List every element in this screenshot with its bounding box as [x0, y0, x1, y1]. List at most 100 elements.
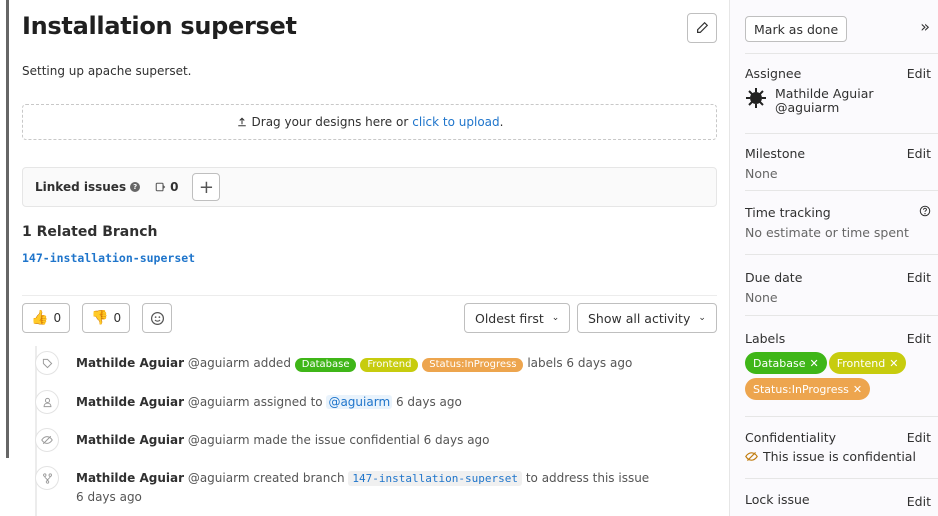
- lock-issue-section: Lock issue Edit: [745, 492, 931, 509]
- issue-title: Installation superset: [22, 12, 297, 40]
- thumbs-down-icon: 👎: [91, 310, 109, 326]
- close-icon[interactable]: ✕: [889, 357, 898, 370]
- reaction-bar: 👍 0 👎 0 Oldest first ⌄ Show all activity…: [22, 303, 717, 333]
- thumbs-up-icon: 👍: [31, 310, 49, 326]
- divider: [745, 478, 938, 479]
- label-icon: [35, 351, 59, 375]
- chevron-down-icon: ⌄: [551, 313, 560, 323]
- label-text: Frontend: [836, 356, 886, 370]
- due-date-section: Due date Edit None: [745, 270, 931, 305]
- edit-title-button[interactable]: [687, 13, 717, 43]
- upload-icon: [237, 117, 246, 127]
- confidentiality-status: This issue is confidential: [745, 449, 931, 464]
- issue-sidebar: Mark as done » Assignee Edit Mathilde Ag…: [729, 0, 938, 516]
- time-tracking-title: Time tracking: [745, 205, 831, 220]
- activity-author[interactable]: Mathilde Aguiar: [76, 356, 184, 370]
- activity-text: Mathilde Aguiar @aguiarm made the issue …: [76, 431, 490, 450]
- labels-list: Database ✕ Frontend ✕ Status:InProgress ✕: [745, 352, 938, 404]
- upload-link[interactable]: click to upload: [412, 115, 499, 129]
- confidentiality-edit-link[interactable]: Edit: [907, 430, 931, 445]
- divider: [745, 315, 938, 316]
- eye-slash-icon: [35, 428, 59, 452]
- mark-as-done-button[interactable]: Mark as done: [745, 16, 848, 42]
- close-icon[interactable]: ✕: [853, 383, 862, 396]
- eye-slash-icon: [745, 452, 758, 461]
- due-date-title: Due date: [745, 270, 803, 285]
- linked-issues-label: Linked issues: [35, 180, 127, 194]
- label-frontend[interactable]: Frontend: [360, 358, 419, 372]
- divider: [745, 53, 938, 54]
- user-icon: [35, 390, 59, 414]
- milestone-title: Milestone: [745, 146, 806, 161]
- activity-filter-dropdown[interactable]: Show all activity ⌄: [577, 303, 717, 333]
- smiley-icon: [150, 311, 164, 325]
- branch-chip[interactable]: 147-installation-superset: [348, 471, 522, 486]
- label-database[interactable]: Database ✕: [745, 352, 827, 374]
- milestone-section: Milestone Edit None: [745, 146, 931, 181]
- divider: [22, 295, 717, 296]
- related-branch-link[interactable]: 147-installation-superset: [22, 251, 195, 265]
- milestone-edit-link[interactable]: Edit: [907, 146, 931, 161]
- assignee-name: Mathilde Aguiar: [775, 86, 874, 101]
- plus-icon: +: [198, 176, 214, 198]
- user-mention[interactable]: @aguiarm: [326, 395, 393, 409]
- related-branch-title: 1 Related Branch: [22, 224, 158, 240]
- add-reaction-button[interactable]: [142, 303, 172, 333]
- activity-handle: @aguiarm: [187, 471, 250, 485]
- due-date-edit-link[interactable]: Edit: [907, 270, 931, 285]
- due-date-value: None: [745, 290, 778, 305]
- activity-handle: @aguiarm: [187, 395, 250, 409]
- thumbs-down-button[interactable]: 👎 0: [82, 303, 131, 333]
- label-text: Status:InProgress: [753, 382, 849, 396]
- label-database[interactable]: Database: [294, 358, 357, 372]
- confidentiality-section: Confidentiality Edit This issue is confi…: [745, 430, 931, 464]
- timeline-line: [35, 346, 37, 516]
- labels-edit-link[interactable]: Edit: [907, 331, 931, 346]
- confidentiality-value: This issue is confidential: [763, 449, 916, 464]
- label-text: Database: [753, 356, 806, 370]
- avatar: [746, 88, 766, 108]
- activity-time: 6 days ago: [395, 395, 462, 409]
- linked-count-value: 0: [170, 180, 179, 194]
- labels-title: Labels: [745, 331, 786, 346]
- design-dropzone[interactable]: Drag your designs here or click to uploa…: [22, 104, 717, 140]
- lock-issue-title: Lock issue: [745, 492, 810, 507]
- lock-issue-edit-link[interactable]: Edit: [907, 494, 931, 509]
- left-rule: [6, 0, 9, 458]
- activity-action-suffix: to address this issue: [525, 471, 650, 485]
- activity-time: labels 6 days ago: [527, 356, 633, 370]
- issue-description: Setting up apache superset.: [22, 64, 192, 78]
- activity-time: 6 days ago: [76, 490, 142, 504]
- activity-author[interactable]: Mathilde Aguiar: [76, 471, 184, 485]
- sort-order-label: Oldest first: [475, 310, 544, 326]
- labels-section: Labels Edit Database ✕ Frontend ✕ Status:In…: [745, 331, 931, 404]
- assignee-section: Assignee Edit Mathilde Aguiar @aguiarm: [745, 66, 931, 115]
- question-icon[interactable]: [919, 205, 931, 220]
- activity-author[interactable]: Mathilde Aguiar: [76, 395, 184, 409]
- thumbs-up-button[interactable]: 👍 0: [22, 303, 71, 333]
- activity-action: created branch: [253, 471, 345, 485]
- time-tracking-section: Time tracking No estimate or time spent: [745, 205, 931, 240]
- close-icon[interactable]: ✕: [810, 357, 819, 370]
- label-status[interactable]: Status:InProgress ✕: [745, 378, 871, 400]
- divider: [745, 254, 938, 255]
- branch-icon: [35, 466, 59, 490]
- pencil-icon: [697, 21, 709, 33]
- assignee-edit-link[interactable]: Edit: [907, 66, 931, 81]
- activity-text: Mathilde Aguiar @aguiarm added Database …: [76, 354, 632, 373]
- label-frontend[interactable]: Frontend ✕: [828, 352, 907, 374]
- issues-icon: [155, 182, 166, 192]
- assignee-user[interactable]: Mathilde Aguiar @aguiarm: [745, 87, 931, 115]
- collapse-sidebar-icon[interactable]: »: [920, 17, 930, 36]
- chevron-down-icon: ⌄: [698, 313, 706, 323]
- divider: [745, 190, 938, 191]
- help-icon[interactable]: ?: [130, 182, 141, 192]
- sort-order-dropdown[interactable]: Oldest first ⌄: [464, 303, 571, 333]
- linked-issues-count: 0: [154, 180, 178, 194]
- label-status[interactable]: Status:InProgress: [422, 358, 524, 372]
- activity-author[interactable]: Mathilde Aguiar: [76, 433, 184, 447]
- activity-action: added: [253, 356, 291, 370]
- thumbs-up-count: 0: [53, 311, 62, 325]
- add-linked-issue-button[interactable]: +: [192, 173, 221, 201]
- activity-handle: @aguiarm: [187, 356, 250, 370]
